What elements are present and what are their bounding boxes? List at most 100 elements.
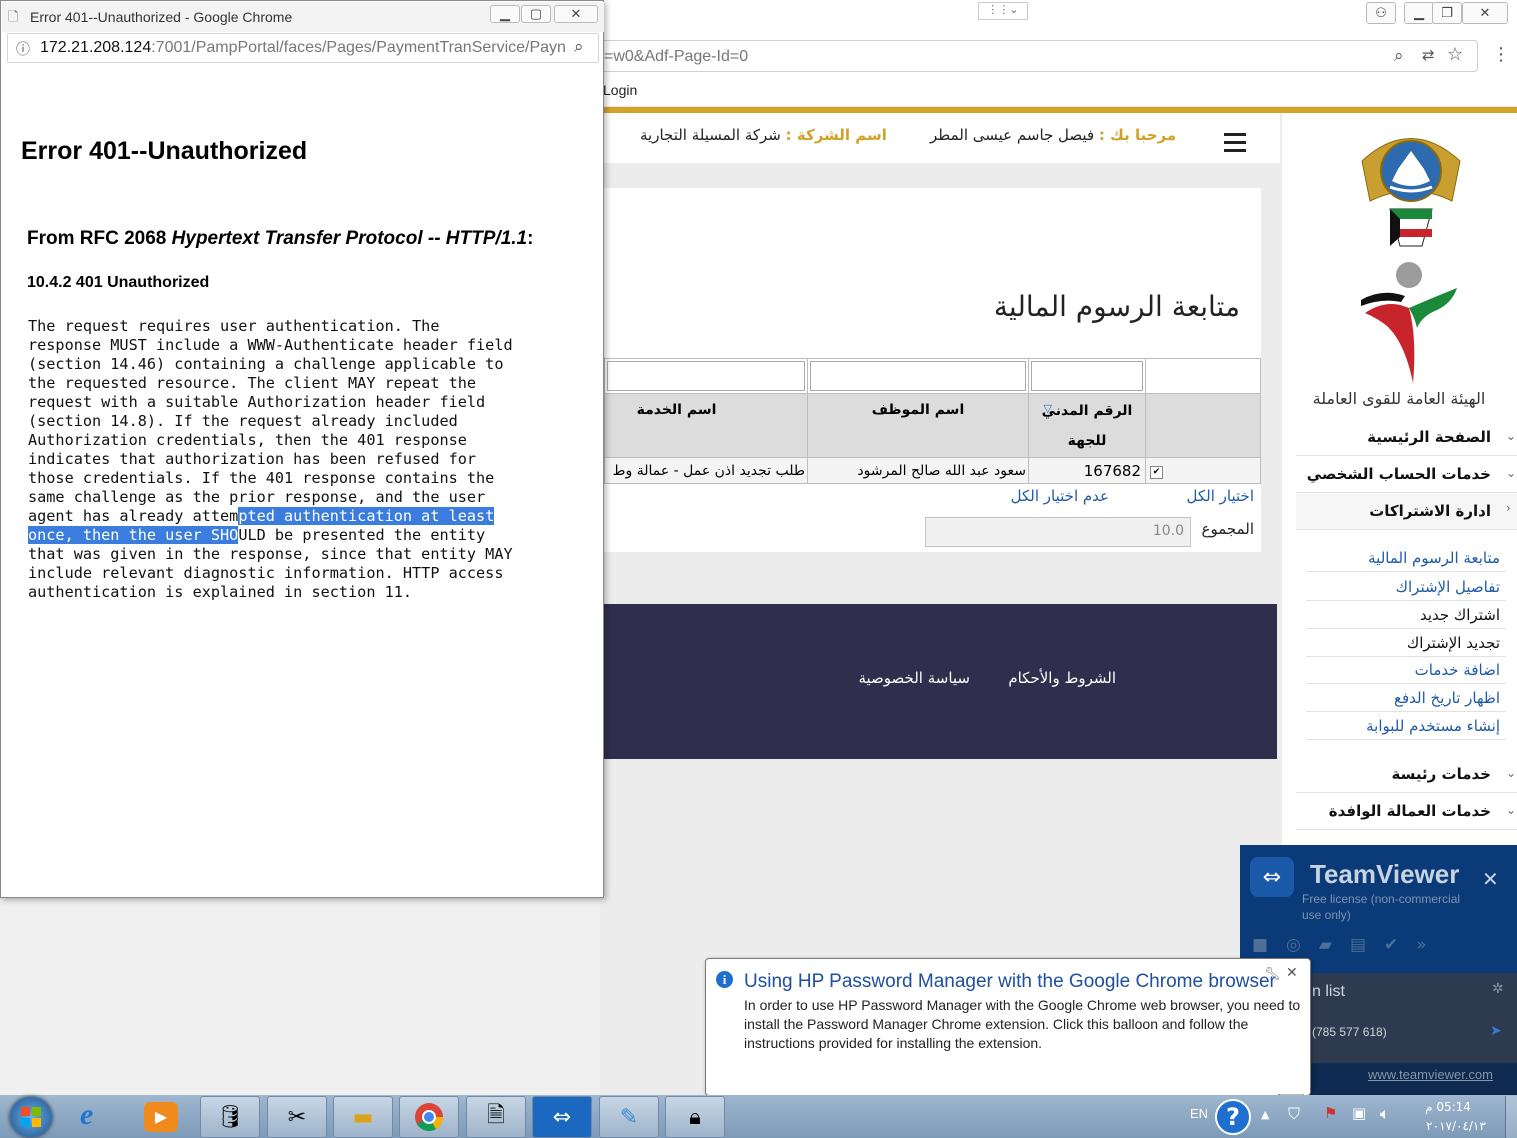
privacy-link[interactable]: سياسة الخصوصية xyxy=(840,669,970,687)
select-all-link[interactable]: اختيار الكل xyxy=(1164,487,1254,505)
show-hidden-icons-arrow[interactable]: ▲ xyxy=(1261,1108,1269,1121)
cell-civil-id: 167682 xyxy=(1028,457,1146,484)
error-body-text: The request requires user authentication… xyxy=(28,317,593,602)
info-icon: i xyxy=(716,971,733,988)
terms-link[interactable]: الشروط والأحكام xyxy=(996,669,1116,687)
search-icon[interactable]: ⌕ xyxy=(574,37,584,57)
header-row: ▽ الرقم المدني للجهة اسم الموظف اسم الخد… xyxy=(604,393,1261,458)
hp-password-balloon[interactable]: i Using HP Password Manager with the Goo… xyxy=(705,958,1311,1096)
help-icon[interactable]: ? xyxy=(1215,1099,1251,1135)
cell-employee: سعود عبد الله صالح المرشود xyxy=(807,457,1029,484)
restore-button[interactable]: ❐ xyxy=(1432,2,1462,24)
error-address-bar[interactable]: ⓘ 172.21.208.124:7001/PampPortal/faces/P… xyxy=(7,33,599,63)
profile-icon[interactable]: ⚇ xyxy=(1366,2,1396,24)
portal-footer: الشروط والأحكام سياسة الخصوصية xyxy=(604,604,1277,759)
rfc-title: Hypertext Transfer Protocol -- HTTP/1.1 xyxy=(171,228,528,249)
company-name: شركة المسيلة التجارية xyxy=(640,126,781,144)
taskbar-chrome[interactable] xyxy=(399,1096,459,1138)
translate-icon[interactable]: ⇄ xyxy=(1422,46,1435,64)
menu-subscriptions[interactable]: ادارة الاشتراكات ‹ xyxy=(1296,494,1517,530)
clock-time[interactable]: 05:14 م xyxy=(1418,1100,1478,1114)
start-button[interactable] xyxy=(10,1097,52,1137)
employee-filter-input[interactable] xyxy=(810,361,1026,391)
chevron-down-icon: ⌄ xyxy=(1506,466,1517,480)
menu-link-fees-tracking[interactable]: متابعة الرسوم المالية xyxy=(1306,545,1506,572)
gear-icon[interactable]: ✲ xyxy=(1492,981,1504,997)
company-label: اسم الشركة : xyxy=(785,126,887,144)
menu-expat-label: خدمات العمالة الوافدة xyxy=(1328,802,1491,820)
deselect-all-link[interactable]: عدم اختيار الكل xyxy=(984,487,1109,505)
shield-tray-icon[interactable]: ⛉ xyxy=(1288,1104,1300,1124)
total-label: المجموع xyxy=(1201,520,1254,538)
sort-icon[interactable]: ▽ xyxy=(1044,394,1052,424)
menu-personal-account[interactable]: خدمات الحساب الشخصي ⌄ xyxy=(1296,457,1517,493)
header-service[interactable]: اسم الخدمة xyxy=(604,393,808,458)
teamviewer-toolbar-icons[interactable]: ■◎▰▤✔» xyxy=(1252,935,1445,955)
row-checkbox[interactable]: ✔ xyxy=(1150,466,1163,479)
media-player-icon[interactable]: ▶ xyxy=(144,1102,178,1132)
menu-link-new-subscription[interactable]: اشتراك جديد xyxy=(1306,602,1506,629)
minimize-button[interactable]: ▁ xyxy=(1404,2,1434,24)
error-url: 172.21.208.124:7001/PampPortal/faces/Pag… xyxy=(40,39,566,57)
info-icon: ⓘ xyxy=(16,41,30,57)
document-icon: 🗎 xyxy=(487,1103,505,1128)
chrome-menu-icon[interactable]: ⋮ xyxy=(1492,44,1510,65)
teamviewer-license: Free license (non-commercial use only) xyxy=(1302,892,1461,922)
balloon-close-icon[interactable]: ✕ xyxy=(1286,965,1298,981)
internet-explorer-icon[interactable]: e xyxy=(80,1098,93,1132)
header-employee[interactable]: اسم الموظف xyxy=(807,393,1029,458)
taskbar-file-explorer[interactable]: ▬ xyxy=(333,1096,393,1138)
taskbar-security-app[interactable]: 🔒︎ xyxy=(665,1096,725,1138)
settings-icon[interactable]: 🔧︎ xyxy=(1264,967,1281,982)
clock-date[interactable]: ٢٠١٧/٠٤/١٣ xyxy=(1418,1119,1494,1133)
show-desktop-button[interactable] xyxy=(1505,1096,1517,1138)
taskbar-storage-app[interactable]: 🛢︎ xyxy=(200,1096,260,1138)
menu-link-add-services[interactable]: اضافة خدمات xyxy=(1306,657,1506,684)
chevron-down-icon: ⌄ xyxy=(1506,766,1517,780)
balloon-title: Using HP Password Manager with the Googl… xyxy=(744,971,1276,992)
main-address-bar[interactable]: =w0&Adf-Page-Id=0 xyxy=(600,40,1478,72)
teamviewer-link[interactable]: www.teamviewer.com xyxy=(1368,1067,1493,1082)
header-civil-id[interactable]: ▽ الرقم المدني للجهة xyxy=(1028,393,1146,458)
service-filter-input[interactable] xyxy=(607,361,805,391)
menu-home[interactable]: الصفحة الرئيسية ⌄ xyxy=(1296,420,1517,456)
menu-link-renew-subscription[interactable]: تجديد الإشتراك xyxy=(1306,630,1506,657)
popup-maximize-button[interactable]: ▢ xyxy=(521,5,551,23)
popup-minimize-button[interactable]: ▁ xyxy=(490,5,520,23)
error-window-title: Error 401--Unauthorized - Google Chrome xyxy=(30,9,293,25)
taskbar-snipping-tool[interactable]: ✂ xyxy=(267,1096,327,1138)
filter-cell-service xyxy=(604,358,808,394)
popup-close-button[interactable]: ✕ xyxy=(554,5,598,23)
hamburger-menu-icon[interactable] xyxy=(1224,133,1246,152)
language-indicator[interactable]: EN xyxy=(1190,1106,1208,1121)
row-checkbox-cell: ✔ xyxy=(1145,457,1261,484)
taskbar-notepad[interactable]: ✎ xyxy=(599,1096,659,1138)
total-field: 10.0 xyxy=(925,517,1191,547)
company-line: اسم الشركة : شركة المسيلة التجارية xyxy=(640,126,900,144)
taskbar-document-app[interactable]: 🗎 xyxy=(466,1096,526,1138)
kuwait-emblem-logo xyxy=(1361,138,1461,247)
rfc-prefix: From RFC 2068 xyxy=(27,228,172,249)
network-icon[interactable]: ▣ xyxy=(1352,1104,1366,1122)
page-icon: 🗋 xyxy=(8,9,19,24)
action-center-icon[interactable]: ⚑ xyxy=(1324,1104,1337,1122)
bookmarks-bar: Login xyxy=(600,80,1517,106)
bookmark-star-icon[interactable]: ☆ xyxy=(1447,44,1463,65)
civil-id-filter-input[interactable] xyxy=(1031,361,1143,391)
volume-icon[interactable]: 🔈︎ xyxy=(1380,1104,1390,1124)
teamviewer-title: TeamViewer xyxy=(1310,859,1460,889)
menu-expat-labor[interactable]: خدمات العمالة الوافدة ⌄ xyxy=(1296,794,1517,830)
header-civil-id-label: الرقم المدني للجهة xyxy=(1041,402,1133,449)
table-row[interactable]: ✔ 167682 سعود عبد الله صالح المرشود طلب … xyxy=(604,457,1261,484)
menu-link-subscription-details[interactable]: تفاصيل الإشتراك xyxy=(1306,574,1506,601)
menu-main-services[interactable]: خدمات رئيسة ⌄ xyxy=(1296,757,1517,793)
zoom-icon[interactable]: ⌕ xyxy=(1394,46,1404,66)
close-button[interactable]: ✕ xyxy=(1462,2,1508,24)
tab-strip-grid-icon[interactable]: ⋮⋮⌄ xyxy=(978,2,1028,20)
taskbar-teamviewer[interactable]: ⇔ xyxy=(532,1096,592,1138)
menu-link-create-portal-user[interactable]: إنشاء مستخدم للبوابة xyxy=(1306,713,1506,740)
menu-link-payment-history[interactable]: اظهار تاريخ الدفع xyxy=(1306,685,1506,712)
chevron-down-icon: ⌄ xyxy=(1506,429,1517,443)
bookmark-login[interactable]: Login xyxy=(603,82,637,98)
teamviewer-close-icon[interactable]: ✕ xyxy=(1482,867,1499,891)
